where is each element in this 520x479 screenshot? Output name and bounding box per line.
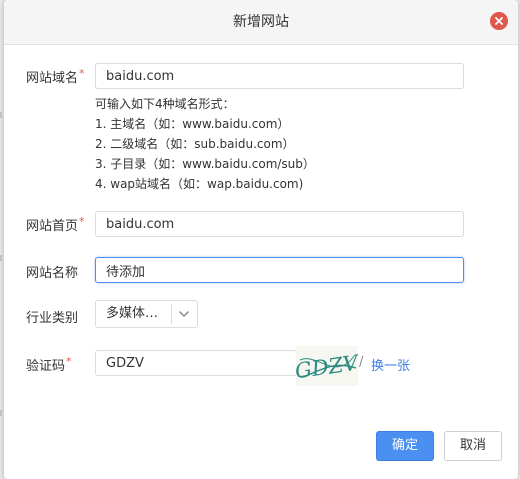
required-mark: *	[79, 67, 85, 80]
backdrop-edge-mark	[0, 112, 2, 118]
chevron-down-icon	[179, 311, 189, 317]
close-button[interactable]	[490, 12, 508, 30]
homepage-input[interactable]	[95, 211, 464, 237]
dialog-title: 新增网站	[233, 14, 289, 30]
domain-input[interactable]	[95, 63, 464, 89]
refresh-captcha-link[interactable]: 换一张	[371, 355, 410, 374]
homepage-label-text: 网站首页	[26, 219, 79, 234]
domain-hint-line: 可输入如下4种域名形式：	[95, 97, 235, 111]
required-mark: *	[66, 355, 72, 368]
domain-hint-line: 4. wap站域名（如：wap.baidu.com)	[95, 177, 304, 191]
site-name-label: 网站名称	[26, 266, 79, 281]
add-website-dialog: 新增网站 网站域名* 可输入如下4种域名形式： 1. 主域名（如：www.bai…	[4, 0, 518, 479]
close-icon	[495, 17, 503, 25]
domain-label-text: 网站域名	[26, 71, 79, 86]
backdrop-edge-mark	[0, 255, 2, 261]
industry-label: 行业类别	[26, 311, 79, 326]
domain-hint-line: 1. 主域名（如：www.baidu.com）	[95, 117, 290, 131]
captcha-label: 验证码*	[26, 355, 72, 374]
captcha-label-text: 验证码	[26, 359, 66, 374]
captcha-separator: /	[359, 355, 364, 370]
industry-select[interactable]: 多媒体…	[95, 300, 198, 328]
captcha-text: GDZV	[296, 350, 358, 383]
homepage-label: 网站首页*	[26, 215, 85, 234]
domain-label: 网站域名*	[26, 67, 85, 86]
confirm-button[interactable]: 确定	[376, 431, 434, 461]
domain-hint-line: 2. 二级域名（如：sub.baidu.com）	[95, 137, 295, 151]
industry-select-value: 多媒体…	[106, 306, 159, 321]
cancel-button[interactable]: 取消	[444, 431, 502, 461]
site-name-input[interactable]	[95, 257, 464, 283]
required-mark: *	[79, 215, 85, 228]
captcha-input[interactable]	[95, 350, 297, 376]
captcha-image[interactable]: GDZV	[294, 346, 362, 386]
select-divider	[171, 304, 172, 324]
domain-hint-line: 3. 子目录（如：www.baidu.com/sub）	[95, 157, 315, 171]
backdrop-edge-mark	[0, 410, 2, 416]
dialog-titlebar: 新增网站	[4, 0, 518, 45]
captcha-picture: GDZV	[294, 350, 362, 383]
